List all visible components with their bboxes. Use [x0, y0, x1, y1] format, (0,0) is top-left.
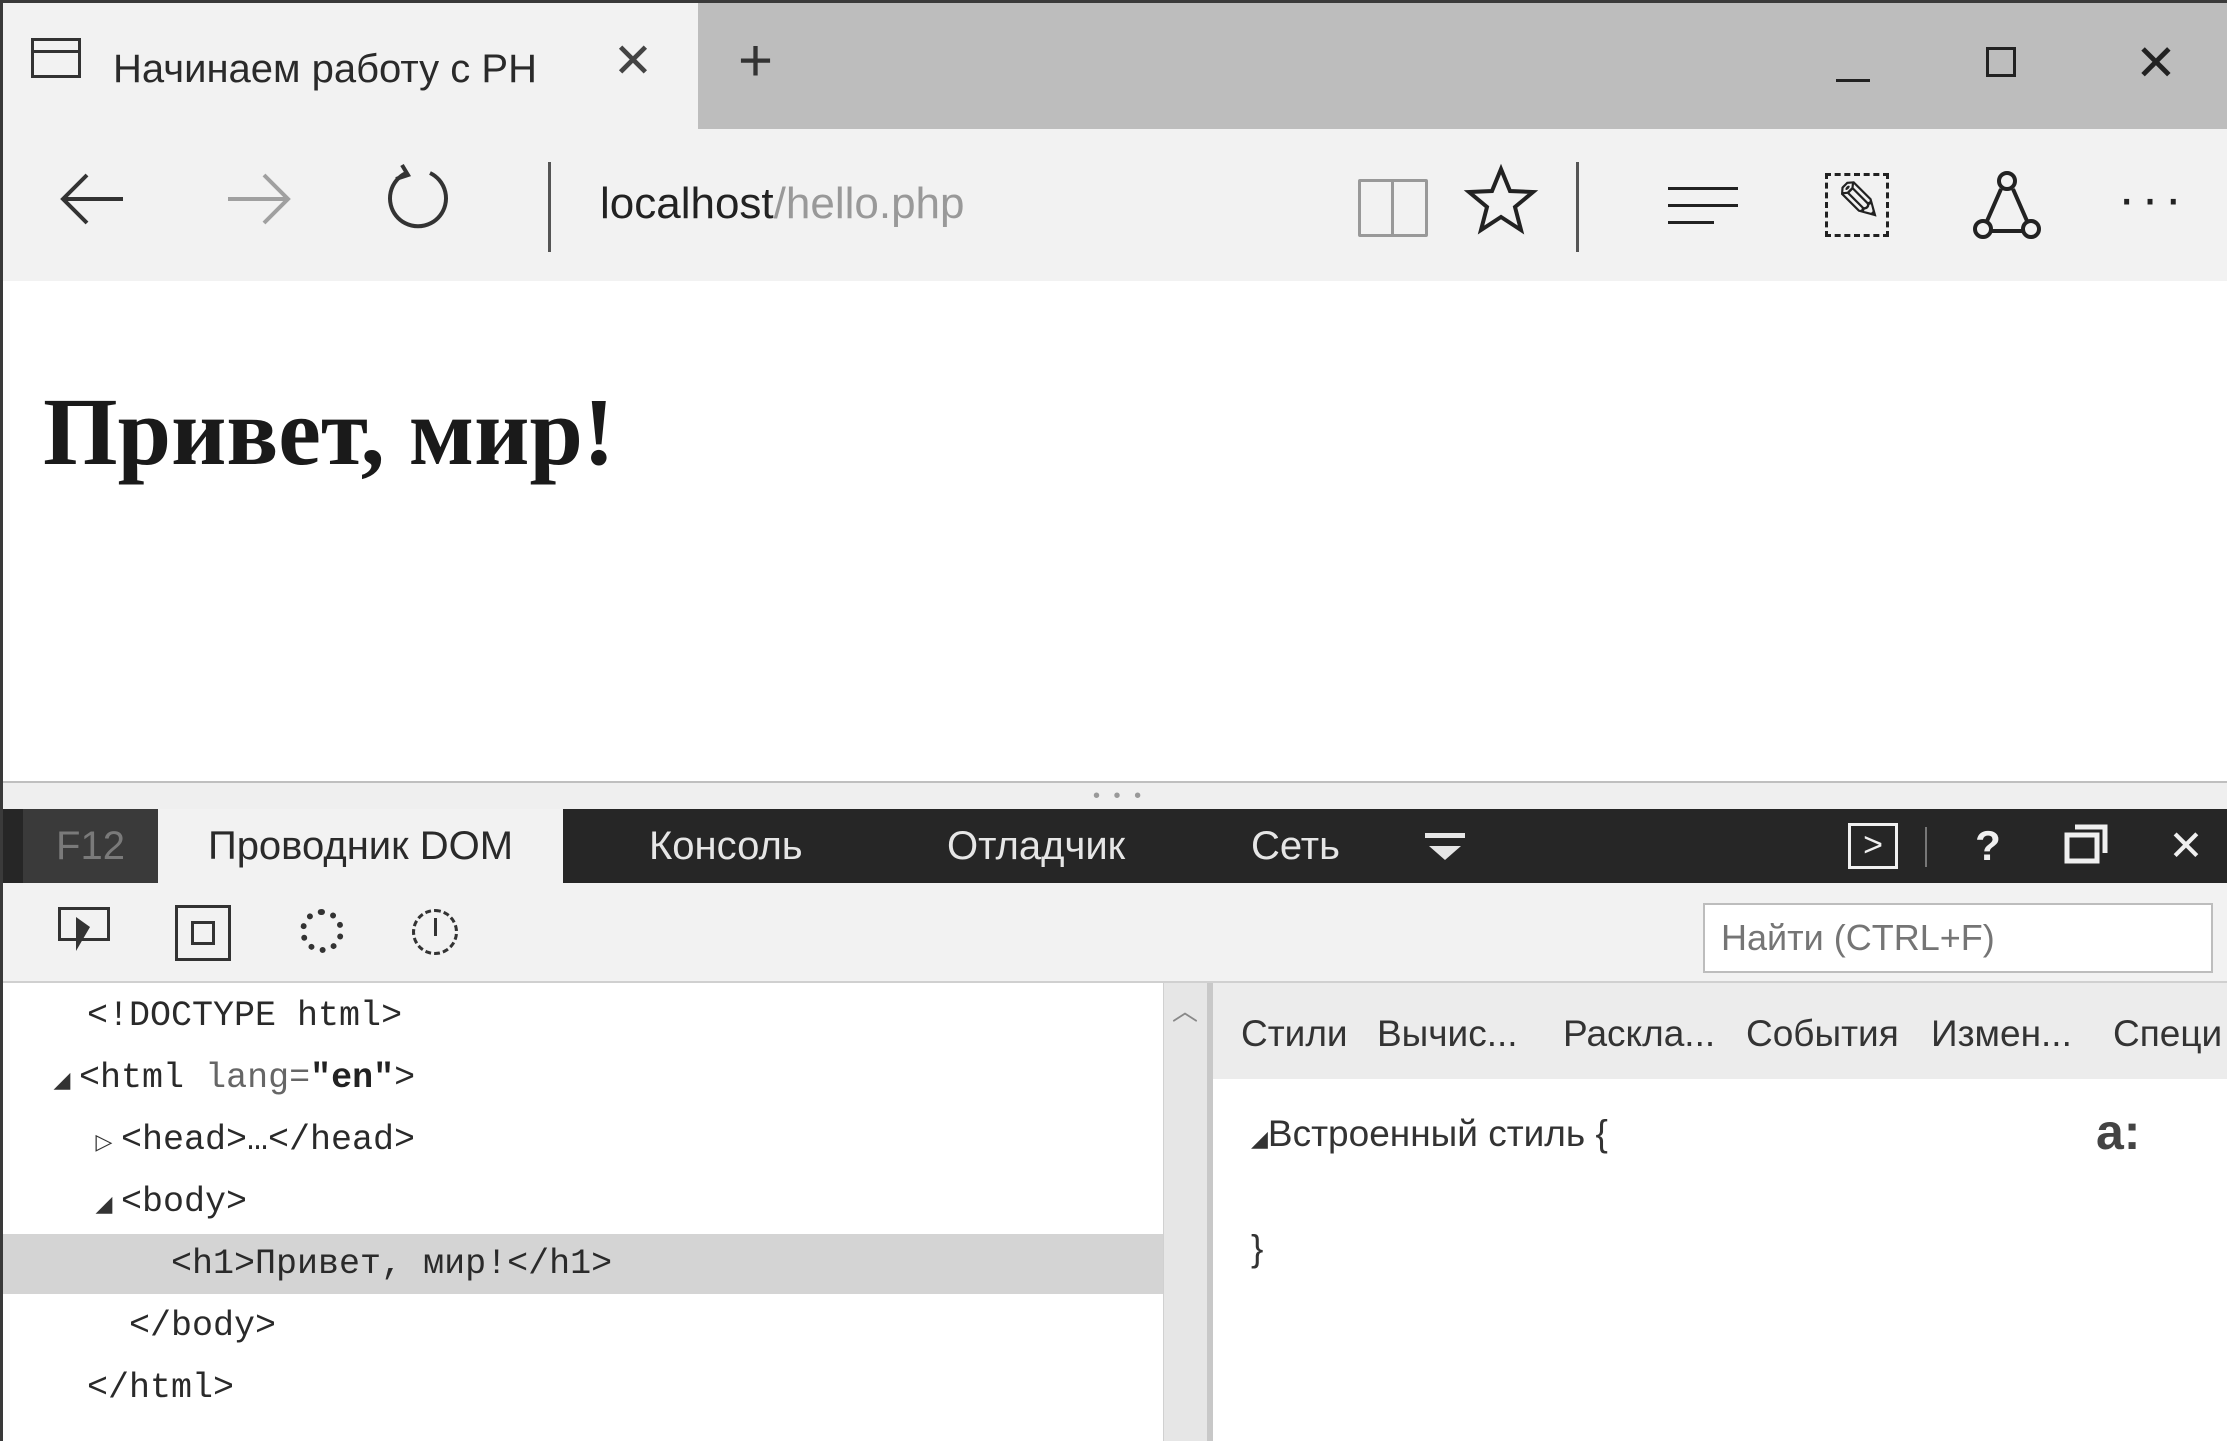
url-path: /hello.php	[773, 179, 965, 228]
inline-style-rule[interactable]: ◢Встроенный стиль {	[1251, 1113, 1608, 1155]
f12-label: F12	[23, 809, 158, 883]
reading-view-icon[interactable]	[1358, 179, 1428, 237]
dom-node-html[interactable]: ◢ <html lang="en">	[3, 1048, 1163, 1108]
tab-changes[interactable]: Измен...	[1931, 1013, 2072, 1055]
tab-debugger[interactable]: Отладчик	[947, 809, 1125, 883]
tab-title: Начинаем работу с PH	[113, 47, 537, 91]
address-separator	[548, 162, 551, 252]
body-close-tag: </body>	[129, 1306, 277, 1346]
refresh-dom-icon[interactable]	[298, 903, 358, 963]
hub-icon[interactable]	[1668, 187, 1738, 231]
tab-network[interactable]: Сеть	[1251, 809, 1340, 883]
find-input[interactable]	[1703, 903, 2213, 973]
doctype-text: <!DOCTYPE html>	[87, 996, 403, 1036]
console-toggle-icon[interactable]: >	[1848, 823, 1898, 869]
toolbar-separator	[1576, 162, 1579, 252]
expanded-triangle-icon[interactable]: ◢	[45, 1051, 79, 1111]
styles-panel: Стили Вычис... Раскла... События Измен..…	[1213, 983, 2227, 1441]
refresh-icon[interactable]	[378, 159, 458, 239]
tab-events[interactable]: События	[1746, 1013, 1899, 1055]
star-icon[interactable]	[1461, 159, 1541, 239]
expanded-triangle-icon[interactable]: ◢	[87, 1175, 121, 1235]
pseudo-class-button[interactable]: a:	[2096, 1103, 2140, 1161]
browser-tab[interactable]: Начинаем работу с PH ✕	[3, 3, 698, 129]
dom-node-body-close[interactable]: </body>	[3, 1296, 1163, 1356]
history-icon[interactable]	[408, 903, 468, 963]
page-icon	[31, 38, 81, 78]
tab-computed[interactable]: Вычис...	[1377, 1013, 1518, 1055]
forward-arrow-icon[interactable]	[218, 159, 298, 239]
devtools-tab-bar: F12 Проводник DOM Консоль Отладчик Сеть …	[3, 809, 2227, 883]
tab-accessibility[interactable]: Специ	[2113, 1013, 2222, 1055]
back-arrow-icon[interactable]	[53, 159, 133, 239]
title-bar: Начинаем работу с PH ✕ + ✕	[3, 3, 2227, 129]
tab-layout[interactable]: Раскла...	[1563, 1013, 1715, 1055]
undock-icon[interactable]	[2061, 823, 2111, 869]
dom-scrollbar[interactable]: ︿	[1163, 983, 1207, 1441]
help-icon[interactable]: ?	[1963, 823, 2013, 869]
body-open-tag: <body>	[121, 1182, 248, 1222]
html-open-tag: <html	[79, 1058, 185, 1098]
resize-grip-icon: • • •	[1093, 785, 1146, 807]
maximize-button[interactable]	[1966, 33, 2036, 93]
dom-node-body[interactable]: ◢ <body>	[3, 1172, 1163, 1232]
head-collapsed-text: <head>…</head>	[121, 1120, 416, 1160]
tab-styles[interactable]: Стили	[1241, 1013, 1348, 1055]
devtools-separator	[1925, 827, 1927, 867]
address-bar[interactable]: localhost/hello.php	[600, 179, 965, 229]
navigation-bar: localhost/hello.php ···	[3, 129, 2227, 281]
more-tabs-icon[interactable]	[1425, 833, 1465, 863]
devtools-resize-handle[interactable]: • • •	[3, 781, 2227, 809]
window-close-button[interactable]: ✕	[2121, 33, 2191, 93]
dom-tree-panel: <!DOCTYPE html> ◢ <html lang="en"> ▷ <head…	[3, 983, 1163, 1441]
devtools-toolbar	[3, 883, 2227, 983]
tab-close-icon[interactable]: ✕	[608, 37, 658, 87]
html-close-tag: </html>	[87, 1368, 235, 1408]
more-icon[interactable]: ···	[2118, 169, 2188, 229]
html-attr-name: lang=	[205, 1058, 311, 1098]
tab-console[interactable]: Консоль	[649, 809, 803, 883]
devtools-close-icon[interactable]: ✕	[2161, 823, 2211, 869]
inline-style-close: }	[1251, 1228, 1264, 1269]
minimize-button[interactable]	[1818, 33, 1888, 93]
collapsed-triangle-icon[interactable]: ▷	[87, 1113, 121, 1173]
highlight-box-icon[interactable]	[175, 903, 235, 963]
select-element-icon[interactable]	[58, 903, 118, 963]
new-tab-button[interactable]: +	[728, 31, 783, 91]
tab-dom-explorer[interactable]: Проводник DOM	[158, 809, 563, 883]
inline-style-label: Встроенный стиль {	[1267, 1113, 1608, 1154]
scroll-up-icon[interactable]: ︿	[1172, 991, 1198, 1028]
expanded-triangle-icon[interactable]: ◢	[1251, 1127, 1268, 1152]
dom-node-h1[interactable]: <h1>Привет, мир!</h1>	[3, 1234, 1163, 1294]
dom-node-head[interactable]: ▷ <head>…</head>	[3, 1110, 1163, 1170]
web-note-icon[interactable]	[1825, 170, 1889, 237]
dom-node-doctype[interactable]: <!DOCTYPE html>	[3, 986, 1163, 1046]
html-open-end: >	[394, 1058, 416, 1098]
html-attr-value: "en"	[310, 1058, 395, 1098]
page-content: Привет, мир!	[3, 281, 2227, 781]
url-host: localhost	[600, 179, 774, 228]
styles-tab-bar: Стили Вычис... Раскла... События Измен..…	[1213, 983, 2227, 1079]
h1-node-text: <h1>Привет, мир!</h1>	[171, 1244, 613, 1284]
share-icon[interactable]	[1971, 169, 2043, 245]
page-heading: Привет, мир!	[43, 378, 615, 485]
browser-window: Начинаем работу с PH ✕ + ✕ localhost/hel…	[0, 0, 2227, 1441]
dom-node-html-close[interactable]: </html>	[3, 1358, 1163, 1418]
